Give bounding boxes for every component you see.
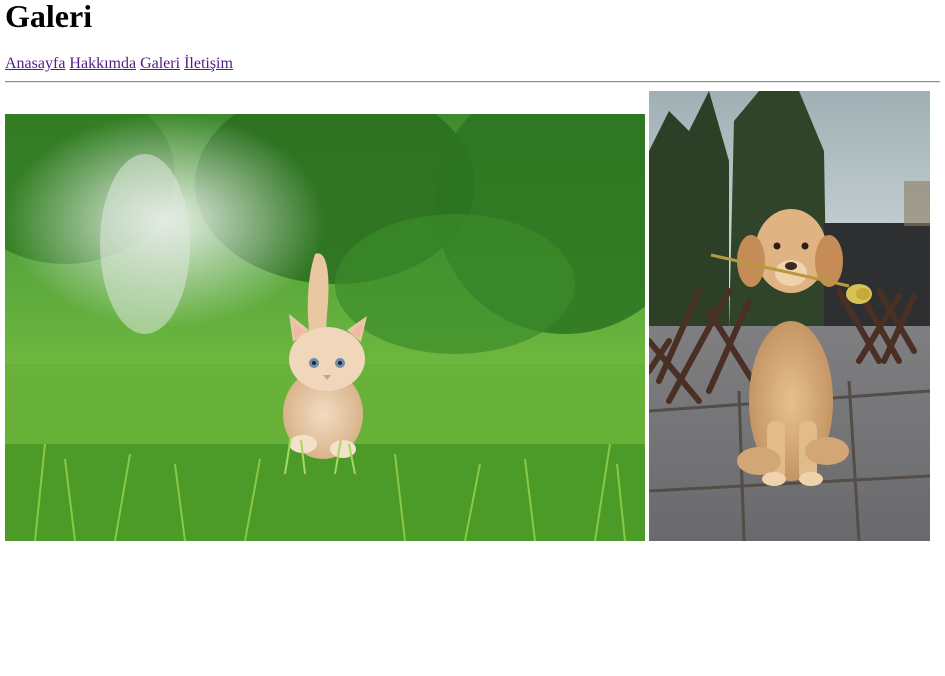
main-nav: Anasayfa Hakkımda Galeri İletişim — [5, 55, 940, 73]
page-title: Galeri — [5, 0, 93, 34]
nav-link-gallery[interactable]: Galeri — [140, 55, 180, 72]
page: Galeri Anasayfa Hakkımda Galeri İletişim — [0, 0, 945, 543]
kitten-photo — [5, 114, 645, 541]
nav-link-home[interactable]: Anasayfa — [5, 55, 65, 72]
nav-link-contact[interactable]: İletişim — [184, 55, 233, 72]
puppy-photo — [649, 91, 930, 541]
gallery — [5, 91, 940, 543]
divider — [5, 81, 940, 83]
nav-link-about[interactable]: Hakkımda — [69, 55, 136, 72]
